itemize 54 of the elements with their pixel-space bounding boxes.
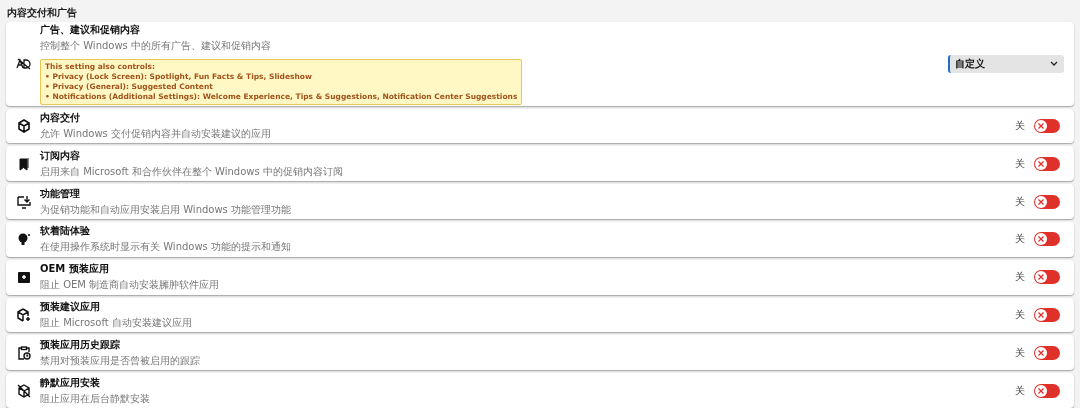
setting-title: 静默应用安装: [40, 375, 101, 390]
setting-title: 内容交付: [40, 110, 81, 125]
cross-icon: [1037, 197, 1045, 206]
setting-description: 阻止应用在后台静默安装: [40, 391, 151, 406]
ads-off-icon: [16, 57, 32, 70]
toggle-switch[interactable]: [1034, 194, 1060, 209]
toggle-switch[interactable]: [1034, 232, 1060, 247]
cubeplus-icon: [16, 307, 32, 323]
setting-title: 软着陆体验: [40, 224, 91, 239]
cross-icon: [1037, 273, 1045, 282]
setting-description: 阻止 OEM 制造商自动安装臃肿软件应用: [40, 278, 221, 293]
toggle-switch[interactable]: [1034, 308, 1060, 322]
toggle-switch[interactable]: [1034, 345, 1060, 360]
setting-description: 启用来自 Microsoft 和合作伙伴在整个 Windows 中的促销内容订阅: [40, 164, 344, 179]
box-icon: [16, 269, 32, 286]
clipboard-icon: [16, 344, 32, 361]
setting-description: 允许 Windows 交付促销内容并自动安装建议的应用: [40, 126, 272, 141]
setting-title: 预装应用历史跟踪: [40, 337, 121, 352]
setting-description: 阻止 Microsoft 自动安装建议应用: [40, 316, 193, 330]
chevron-icon: [1050, 61, 1058, 67]
state-label: 关: [1015, 156, 1025, 171]
cross-icon: [1037, 386, 1045, 395]
section-title: 内容交付和广告: [6, 6, 78, 19]
cubeoff-icon: [16, 382, 32, 399]
setting-title: 预装建议应用: [40, 300, 101, 314]
state-label: 关: [1015, 270, 1025, 285]
toggle-switch[interactable]: [1034, 383, 1060, 398]
setting-description: 控制整个 Windows 中的所有广告、建议和促销内容: [40, 38, 272, 53]
mode-dropdown[interactable]: 自定义: [948, 54, 1064, 73]
setting-description: 为促销功能和自动应用安装启用 Windows 功能管理功能: [40, 202, 292, 217]
cross-icon: [1037, 121, 1045, 130]
cross-icon: [1037, 311, 1045, 319]
state-label: 关: [1015, 345, 1025, 360]
monitor-icon: [16, 193, 32, 210]
toggle-switch[interactable]: [1034, 156, 1060, 171]
cross-icon: [1037, 159, 1045, 168]
setting-title: OEM 预装应用: [40, 262, 110, 277]
setting-title: 订阅内容: [40, 148, 81, 163]
state-label: 关: [1015, 383, 1025, 398]
cross-icon: [1037, 235, 1045, 244]
toggle-switch[interactable]: [1034, 270, 1060, 285]
setting-description: 禁用对预装应用是否曾被启用的跟踪: [40, 353, 201, 368]
state-label: 关: [1015, 194, 1025, 209]
bulb-icon: [16, 231, 32, 248]
setting-title: 功能管理: [40, 186, 81, 201]
state-label: 关: [1015, 308, 1025, 322]
state-label: 关: [1015, 118, 1025, 133]
cube-icon: [16, 117, 32, 134]
toggle-switch[interactable]: [1034, 118, 1060, 133]
bookmark-icon: [16, 155, 32, 172]
setting-title: 广告、建议和促销内容: [40, 22, 141, 37]
cross-icon: [1037, 348, 1045, 357]
setting-description: 在使用操作系统时显示有关 Windows 功能的提示和通知: [40, 240, 292, 255]
state-label: 关: [1015, 232, 1025, 247]
